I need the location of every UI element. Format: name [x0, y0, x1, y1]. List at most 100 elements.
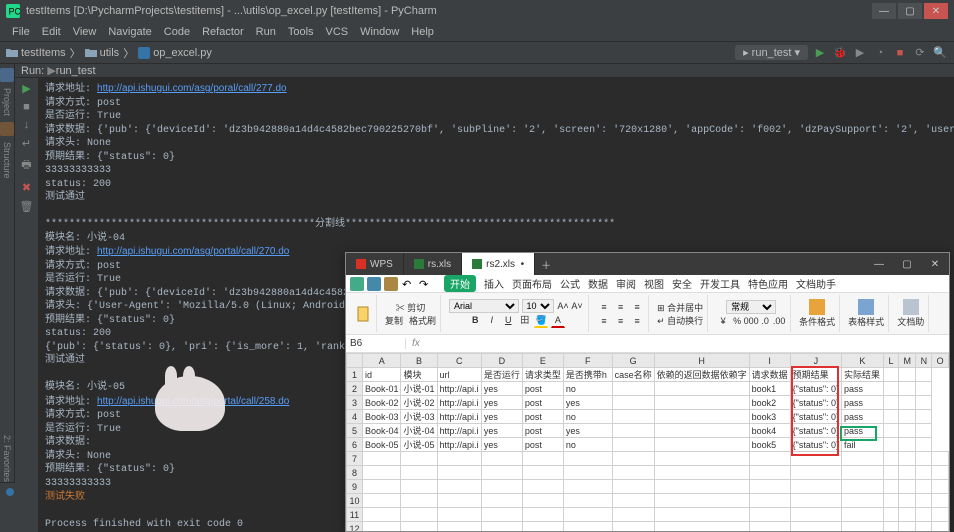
- name-box[interactable]: B6: [346, 338, 406, 349]
- ribbon-tab-security[interactable]: 安全: [672, 276, 692, 291]
- menu-help[interactable]: Help: [405, 26, 440, 38]
- doc-helper-icon[interactable]: [903, 299, 919, 315]
- wps-doc-tab[interactable]: rs.xls: [404, 253, 462, 275]
- stop-icon[interactable]: ■: [23, 101, 30, 113]
- ribbon-tab-review[interactable]: 审阅: [616, 276, 636, 291]
- underline-button[interactable]: U: [501, 313, 515, 327]
- wps-open-icon[interactable]: [367, 277, 381, 291]
- app-icon: PC: [6, 4, 20, 18]
- tool-label-project[interactable]: Project: [2, 88, 12, 116]
- wps-save-icon[interactable]: [384, 277, 398, 291]
- wps-grid[interactable]: ABCDEFGHIJKLMNO1id模块url是否运行请求类型是否携带hcase…: [346, 353, 949, 531]
- wps-add-tab[interactable]: ＋: [535, 253, 557, 275]
- tool-label-favorites[interactable]: 2: Favorites: [2, 435, 12, 482]
- wrap-icon[interactable]: ↵: [22, 137, 31, 150]
- cond-format-icon[interactable]: [809, 299, 825, 315]
- wrap-text-button[interactable]: ↵ 自动换行: [657, 314, 703, 327]
- menu-view[interactable]: View: [67, 26, 103, 38]
- breadcrumb[interactable]: testItems: [21, 47, 66, 59]
- ribbon-tab-formula[interactable]: 公式: [560, 276, 580, 291]
- search-icon[interactable]: 🔍: [932, 45, 948, 61]
- merge-cells-button[interactable]: ⊞ 合并居中: [657, 301, 703, 314]
- ribbon-tab-view[interactable]: 视图: [644, 276, 664, 291]
- menu-window[interactable]: Window: [354, 26, 405, 38]
- align-mid-icon[interactable]: ≡: [614, 300, 628, 314]
- align-top-icon[interactable]: ≡: [597, 300, 611, 314]
- wps-spreadsheet-window[interactable]: WPS rs.xls rs2.xls • ＋ — ▢ ✕ ↶ ↷: [345, 252, 950, 532]
- wps-maximize[interactable]: ▢: [893, 253, 921, 275]
- close-button[interactable]: ✕: [924, 3, 948, 19]
- ribbon-tab-dochelper[interactable]: 文档助手: [796, 276, 836, 291]
- wps-doc-tab-active[interactable]: rs2.xls •: [462, 253, 535, 275]
- run-button[interactable]: ▶: [812, 45, 828, 61]
- profile-button[interactable]: ◔: [872, 45, 888, 61]
- font-color-button[interactable]: A: [551, 314, 565, 328]
- print-icon[interactable]: 🖶: [21, 156, 31, 175]
- wps-close[interactable]: ✕: [921, 253, 949, 275]
- wps-redo-icon[interactable]: ↷: [418, 277, 432, 291]
- window-titlebar: PC testItems [D:\PycharmProjects\testite…: [0, 0, 954, 22]
- font-select[interactable]: Arial: [449, 299, 519, 313]
- comma-icon[interactable]: 000: [744, 314, 758, 328]
- breadcrumb[interactable]: op_excel.py: [153, 47, 212, 59]
- menu-navigate[interactable]: Navigate: [102, 26, 157, 38]
- trash-icon[interactable]: 🗑: [20, 200, 34, 213]
- align-left-icon[interactable]: ≡: [597, 314, 611, 328]
- decrease-font-icon[interactable]: A˅: [570, 299, 584, 313]
- ribbon-tab-start[interactable]: 开始: [444, 275, 476, 292]
- align-right-icon[interactable]: ≡: [630, 314, 644, 328]
- svg-text:↷: ↷: [419, 279, 428, 291]
- paste-icon[interactable]: [356, 306, 372, 322]
- structure-tool-icon[interactable]: [0, 122, 14, 136]
- debug-button[interactable]: 🐞: [832, 45, 848, 61]
- bold-button[interactable]: B: [468, 313, 482, 327]
- menu-vcs[interactable]: VCS: [320, 26, 355, 38]
- ribbon-tab-layout[interactable]: 页面布局: [512, 276, 552, 291]
- menu-refactor[interactable]: Refactor: [196, 26, 250, 38]
- wps-undo-icon[interactable]: ↶: [401, 277, 415, 291]
- tool-label-structure[interactable]: Structure: [2, 142, 12, 179]
- fx-icon[interactable]: fx: [406, 338, 426, 349]
- ribbon-tab-data[interactable]: 数据: [588, 276, 608, 291]
- down-icon[interactable]: ↓: [24, 119, 30, 131]
- currency-icon[interactable]: ¥: [716, 314, 730, 328]
- ribbon-tab-insert[interactable]: 插入: [484, 276, 504, 291]
- menu-tools[interactable]: Tools: [282, 26, 320, 38]
- border-button[interactable]: 田: [518, 313, 532, 327]
- wps-formula-bar: B6 fx: [346, 335, 949, 353]
- rerun-icon[interactable]: ▶: [22, 82, 30, 95]
- vcs-update-icon[interactable]: ⟳: [912, 45, 928, 61]
- main-area: Project Structure 2: Favorites Run: ▶ ru…: [0, 64, 954, 482]
- format-painter-button[interactable]: 格式刷: [409, 314, 436, 327]
- project-tool-icon[interactable]: [0, 68, 14, 82]
- wps-brand-tab[interactable]: WPS: [346, 253, 404, 275]
- menu-code[interactable]: Code: [158, 26, 196, 38]
- run-with-coverage-button[interactable]: ▶: [852, 45, 868, 61]
- maximize-button[interactable]: ▢: [898, 3, 922, 19]
- italic-button[interactable]: I: [485, 313, 499, 327]
- breadcrumb[interactable]: utils: [100, 47, 120, 59]
- wps-new-icon[interactable]: [350, 277, 364, 291]
- copy-button[interactable]: 复制: [385, 314, 403, 327]
- number-format-select[interactable]: 常规: [726, 300, 776, 314]
- percent-icon[interactable]: %: [730, 314, 744, 328]
- wps-minimize[interactable]: —: [865, 253, 893, 275]
- ribbon-tab-special[interactable]: 特色应用: [748, 276, 788, 291]
- run-config-selector[interactable]: ▸ run_test ▾: [735, 45, 808, 60]
- increase-font-icon[interactable]: A˄: [556, 299, 570, 313]
- minimize-button[interactable]: —: [872, 3, 896, 19]
- inc-dec-icon[interactable]: .0: [758, 314, 772, 328]
- menu-file[interactable]: File: [6, 26, 36, 38]
- align-center-icon[interactable]: ≡: [614, 314, 628, 328]
- cut-button[interactable]: ✂ 剪切: [396, 301, 426, 314]
- clear-icon[interactable]: ✖: [22, 181, 31, 194]
- ribbon-tab-dev[interactable]: 开发工具: [700, 276, 740, 291]
- fill-color-button[interactable]: 🪣: [534, 314, 548, 328]
- stop-button[interactable]: ■: [892, 45, 908, 61]
- align-bot-icon[interactable]: ≡: [630, 300, 644, 314]
- table-style-icon[interactable]: [858, 299, 874, 315]
- dec-dec-icon[interactable]: .00: [772, 314, 786, 328]
- font-size-select[interactable]: 10: [522, 299, 554, 313]
- menu-edit[interactable]: Edit: [36, 26, 67, 38]
- menu-run[interactable]: Run: [250, 26, 282, 38]
